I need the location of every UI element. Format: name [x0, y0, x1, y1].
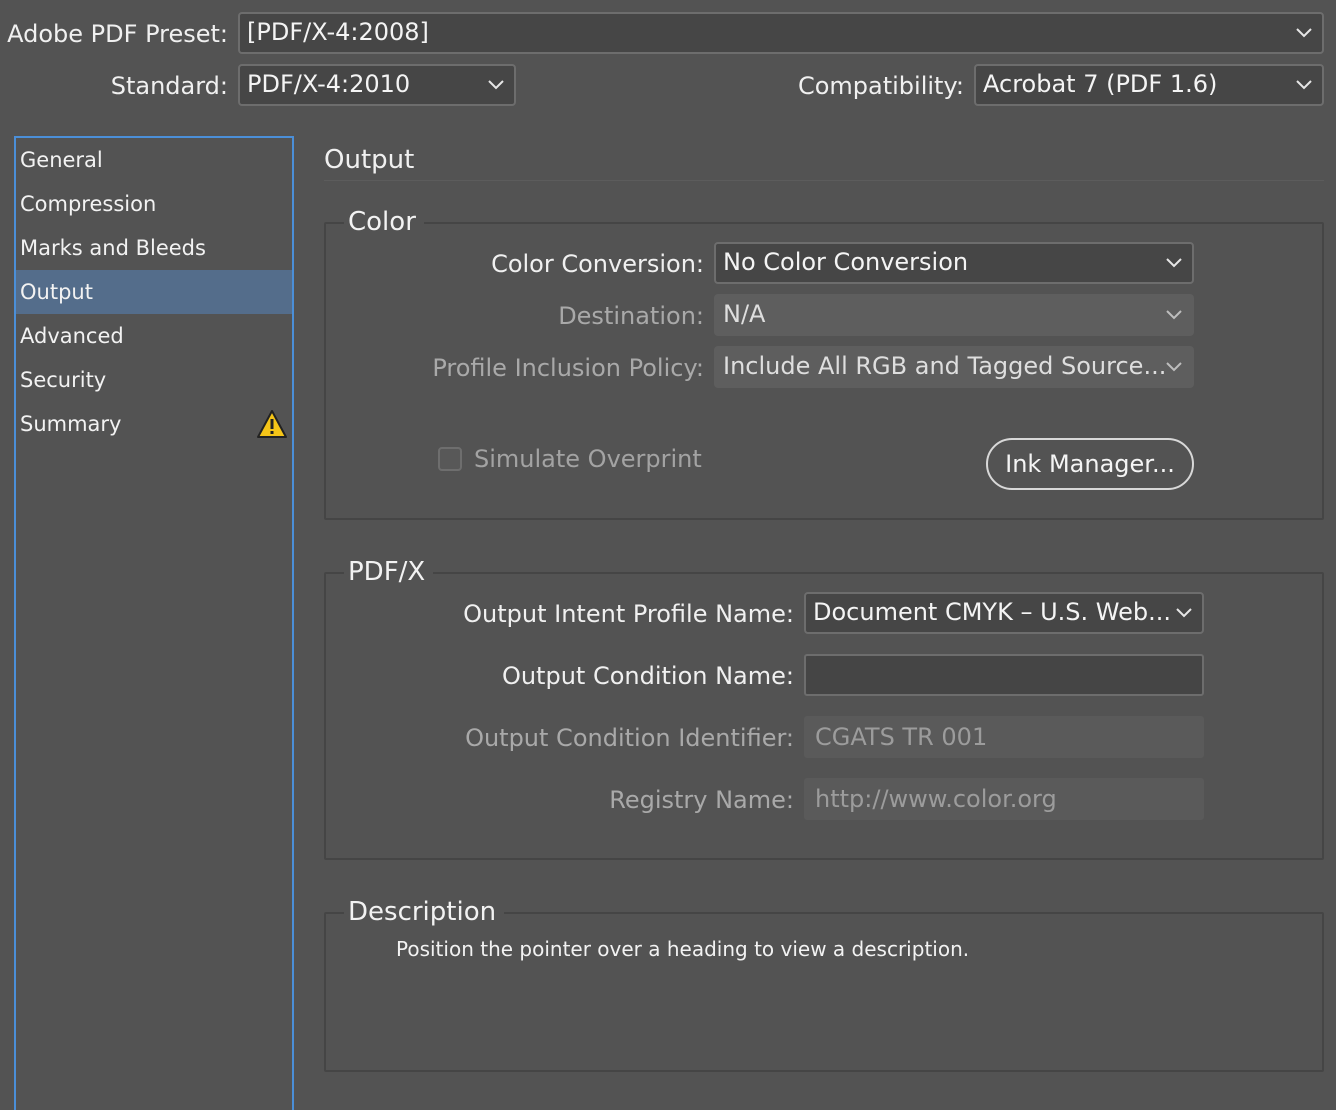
sidebar-item-security[interactable]: Security [16, 358, 292, 402]
description-text: Position the pointer over a heading to v… [396, 937, 970, 961]
registry-name-field: http://www.color.org [804, 778, 1204, 820]
sidebar-item-marks-and-bleeds[interactable]: Marks and Bleeds [16, 226, 292, 270]
output-condition-identifier-label: Output Condition Identifier: [465, 724, 794, 752]
standard-label: Standard: [110, 72, 228, 100]
output-intent-profile-value: Document CMYK – U.S. Web... [813, 598, 1171, 626]
chevron-down-icon [1296, 14, 1312, 52]
output-condition-name-label: Output Condition Name: [501, 662, 794, 690]
color-group-legend: Color [344, 206, 424, 238]
sidebar-item-compression[interactable]: Compression [16, 182, 292, 226]
registry-name-label: Registry Name: [609, 786, 794, 814]
profile-inclusion-policy-value: Include All RGB and Tagged Source... [723, 352, 1167, 380]
sidebar-item-label: Security [20, 368, 107, 392]
color-conversion-label: Color Conversion: [491, 250, 704, 278]
output-condition-identifier-field: CGATS TR 001 [804, 716, 1204, 758]
sidebar-item-label: Advanced [20, 324, 124, 348]
chevron-down-icon [488, 66, 504, 104]
description-group-legend: Description [344, 896, 505, 928]
sidebar-item-label: Output [20, 280, 93, 304]
sidebar-item-label: Compression [20, 192, 157, 216]
preset-dropdown[interactable]: [PDF/X-4:2008] [238, 12, 1324, 54]
chevron-down-icon [1166, 296, 1182, 334]
page-title: Output [324, 145, 415, 175]
sidebar-item-label: Marks and Bleeds [20, 236, 206, 260]
sidebar-item-general[interactable]: General [16, 138, 292, 182]
chevron-down-icon [1166, 348, 1182, 386]
sidebar-item-summary[interactable]: Summary [16, 402, 292, 446]
standard-value: PDF/X-4:2010 [247, 70, 411, 98]
output-intent-profile-dropdown[interactable]: Document CMYK – U.S. Web... [804, 592, 1204, 634]
simulate-overprint-checkbox[interactable] [438, 447, 462, 471]
profile-inclusion-policy-dropdown[interactable]: Include All RGB and Tagged Source... [714, 346, 1194, 388]
sidebar-item-advanced[interactable]: Advanced [16, 314, 292, 358]
preset-label: Adobe PDF Preset: [7, 20, 228, 48]
chevron-down-icon [1166, 244, 1182, 282]
sidebar-item-label: Summary [20, 412, 122, 436]
ink-manager-label: Ink Manager... [1005, 450, 1175, 478]
sidebar-item-output[interactable]: Output [16, 270, 292, 314]
chevron-down-icon [1176, 594, 1192, 632]
ink-manager-button[interactable]: Ink Manager... [986, 438, 1194, 490]
destination-label: Destination: [558, 302, 704, 330]
pdfx-group-legend: PDF/X [344, 556, 434, 588]
compatibility-value: Acrobat 7 (PDF 1.6) [983, 70, 1218, 98]
destination-value: N/A [723, 300, 766, 328]
output-condition-name-input[interactable] [804, 654, 1204, 696]
simulate-overprint-label: Simulate Overprint [474, 445, 702, 473]
destination-dropdown[interactable]: N/A [714, 294, 1194, 336]
category-list[interactable]: General Compression Marks and Bleeds Out… [14, 136, 294, 1110]
preset-value: [PDF/X-4:2008] [247, 18, 429, 46]
chevron-down-icon [1296, 66, 1312, 104]
standard-dropdown[interactable]: PDF/X-4:2010 [238, 64, 516, 106]
compatibility-label: Compatibility: [797, 72, 964, 100]
title-divider [324, 180, 1324, 181]
profile-inclusion-policy-label: Profile Inclusion Policy: [432, 354, 704, 382]
output-intent-profile-label: Output Intent Profile Name: [463, 600, 794, 628]
sidebar-item-label: General [20, 148, 103, 172]
color-conversion-dropdown[interactable]: No Color Conversion [714, 242, 1194, 284]
color-conversion-value: No Color Conversion [723, 248, 969, 276]
warning-triangle-icon [256, 409, 288, 439]
compatibility-dropdown[interactable]: Acrobat 7 (PDF 1.6) [974, 64, 1324, 106]
